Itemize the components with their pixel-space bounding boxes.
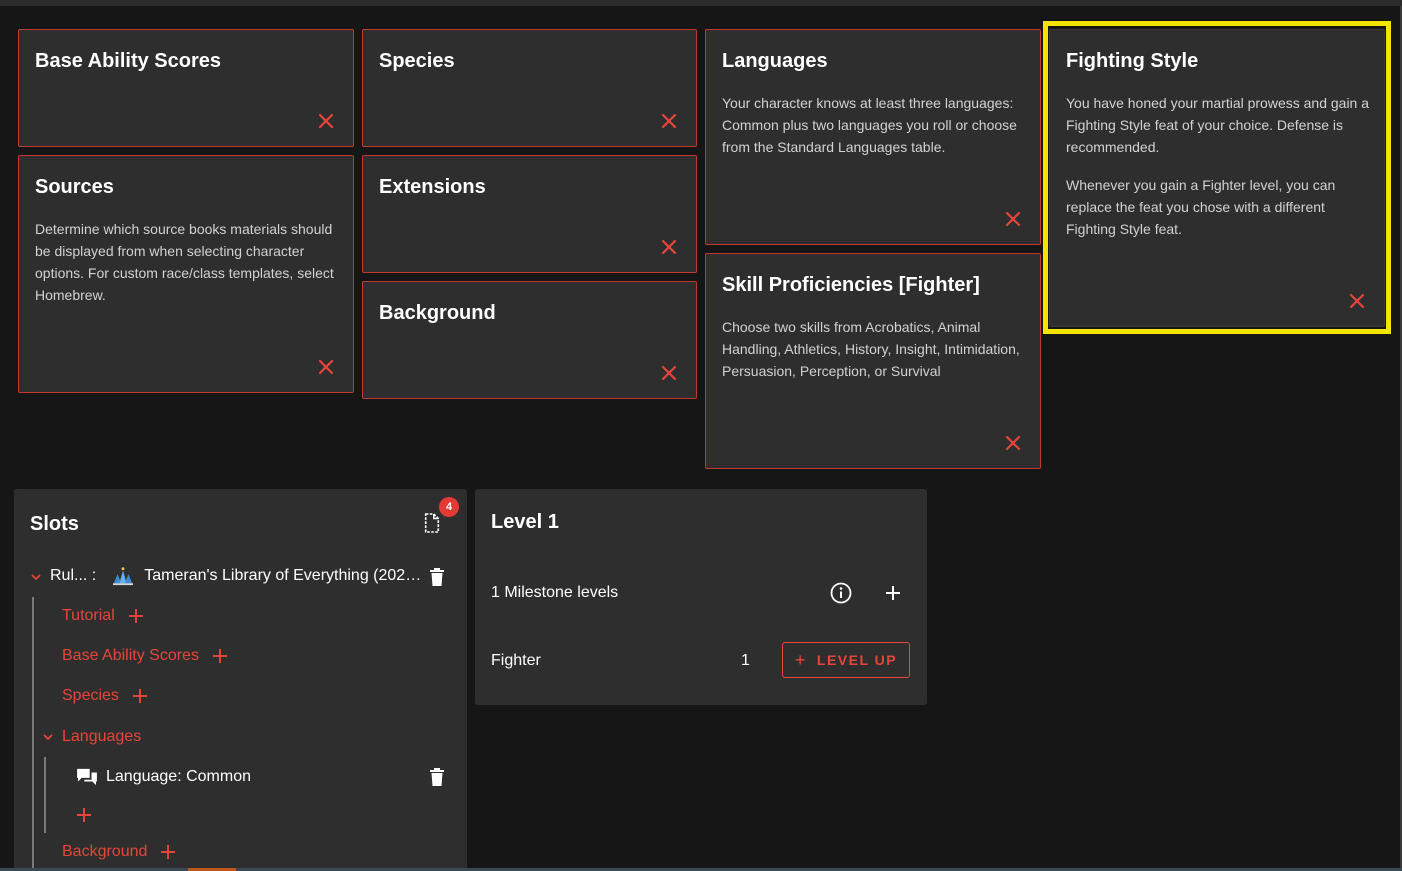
class-name: Fighter (491, 652, 541, 669)
speech-bubbles-icon (77, 768, 97, 786)
slot-item-label: Species (62, 687, 119, 704)
slot-item-background[interactable]: Background (62, 843, 176, 861)
close-icon[interactable] (1004, 434, 1022, 452)
panel-title: Level 1 (491, 511, 559, 533)
tree-line (32, 597, 34, 871)
top-bar (0, 0, 1402, 6)
add-language-icon[interactable] (77, 808, 91, 822)
card-sources[interactable]: Sources Determine which source books mat… (18, 155, 354, 393)
chevron-down-icon[interactable] (42, 731, 54, 743)
plus-icon: + (794, 649, 807, 670)
close-icon[interactable] (660, 112, 678, 130)
add-milestone-icon[interactable] (884, 584, 902, 602)
add-icon[interactable] (212, 649, 227, 663)
card-title: Species (379, 50, 455, 72)
close-icon[interactable] (317, 358, 335, 376)
selection-highlight (1043, 21, 1391, 334)
slot-item-label: Background (62, 843, 148, 860)
tree-line (44, 757, 46, 833)
card-languages[interactable]: Languages Your character knows at least … (705, 29, 1041, 245)
card-title: Skill Proficiencies [Fighter] (722, 274, 980, 296)
close-icon[interactable] (1004, 210, 1022, 228)
slot-item-label: Tutorial (62, 607, 115, 624)
card-base-ability-scores[interactable]: Base Ability Scores (18, 29, 354, 147)
level-panel: Level 1 1 Milestone levels Fighter 1 + L… (475, 489, 927, 705)
panel-title: Slots (30, 513, 79, 535)
slot-item-label: Language: Common (106, 768, 251, 785)
add-icon[interactable] (128, 609, 143, 623)
slots-panel: Slots 4 Rul... : Tameran's Library of Ev… (14, 489, 467, 871)
slot-item-tutorial[interactable]: Tutorial (62, 607, 143, 625)
level-up-button[interactable]: + LEVEL UP (782, 642, 910, 678)
close-icon[interactable] (660, 238, 678, 256)
trash-icon[interactable] (429, 768, 445, 786)
slot-item-language-common[interactable]: Language: Common (76, 768, 251, 786)
class-level: 1 (741, 652, 750, 669)
add-icon[interactable] (132, 689, 147, 703)
library-icon (113, 567, 134, 586)
card-skill-proficiencies[interactable]: Skill Proficiencies [Fighter] Choose two… (705, 253, 1041, 469)
chevron-down-icon[interactable] (30, 571, 42, 583)
slot-item-base-ability-scores[interactable]: Base Ability Scores (62, 647, 227, 665)
milestone-levels-label: 1 Milestone levels (491, 584, 619, 601)
card-background[interactable]: Background (362, 281, 697, 399)
card-species[interactable]: Species (362, 29, 697, 147)
card-title: Base Ability Scores (35, 50, 222, 72)
card-title: Background (379, 302, 496, 324)
close-icon[interactable] (317, 112, 335, 130)
card-title: Extensions (379, 176, 486, 198)
close-icon[interactable] (660, 364, 678, 382)
card-title: Sources (35, 176, 114, 198)
card-extensions[interactable]: Extensions (362, 155, 697, 273)
card-title: Languages (722, 50, 828, 72)
ruleset-label: Rul... : (50, 567, 97, 584)
ruleset-value: Tameran's Library of Everything (2024... (144, 567, 423, 584)
card-description: Your character knows at least three lang… (722, 95, 1017, 155)
level-up-label: LEVEL UP (816, 652, 898, 668)
card-description: Choose two skills from Acrobatics, Anima… (722, 319, 1020, 379)
add-icon[interactable] (161, 845, 176, 859)
slot-item-species[interactable]: Species (62, 687, 147, 705)
slot-item-label: Languages (62, 728, 142, 745)
card-description: Determine which source books materials s… (35, 221, 334, 303)
notification-badge: 4 (439, 497, 459, 517)
info-icon[interactable] (830, 582, 852, 604)
slot-item-languages[interactable]: Languages (62, 728, 141, 746)
slot-item-label: Base Ability Scores (62, 647, 199, 664)
trash-icon[interactable] (429, 568, 445, 586)
ruleset-row[interactable]: Rul... : Tameran's Library of Everything… (50, 566, 422, 586)
export-document-icon[interactable] (423, 513, 441, 533)
